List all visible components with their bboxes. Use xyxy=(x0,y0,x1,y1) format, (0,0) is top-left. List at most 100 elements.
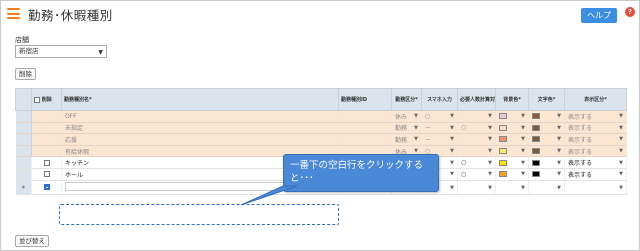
chevron-down-icon: ▼ xyxy=(521,171,525,178)
bg-color-cell[interactable]: ▼ xyxy=(495,180,529,195)
header-name[interactable]: 勤務種別名* xyxy=(61,88,339,111)
delete-cell[interactable] xyxy=(31,180,62,195)
name-cell[interactable]: 応援 xyxy=(61,133,339,146)
required-cell[interactable]: ▼ xyxy=(457,110,496,123)
delete-button[interactable]: 削除 xyxy=(15,68,36,80)
category-cell[interactable]: 勤務▼ xyxy=(391,133,422,146)
chevron-down-icon: ▼ xyxy=(521,113,525,120)
delete-checkbox[interactable] xyxy=(43,171,50,178)
name-cell[interactable]: 未指定 xyxy=(61,122,339,135)
chevron-down-icon: ▼ xyxy=(619,171,623,178)
required-cell[interactable]: ○ ▼ xyxy=(457,168,496,181)
question-icon[interactable]: ? xyxy=(625,7,635,17)
table-row[interactable]: 応援 勤務 ▼ － ▼ ▼ ▼ ▼ 表示する ▼ xyxy=(15,133,627,146)
empty-row-highlight xyxy=(59,204,339,225)
delete-cell xyxy=(31,133,62,146)
app-frame: 勤務･休暇種別 ヘルプ ? 店舗 新宿店 ▼ 削除 削除 勤務種別名* 勤務種別… xyxy=(0,0,640,251)
chevron-down-icon: ▼ xyxy=(450,136,454,143)
display-cell[interactable]: 表示する ▼ xyxy=(564,168,627,181)
chevron-down-icon: ▼ xyxy=(557,184,561,191)
chevron-down-icon: ▼ xyxy=(98,49,103,56)
chevron-down-icon: ▼ xyxy=(414,113,418,120)
delete-cell[interactable] xyxy=(31,168,62,181)
display-cell[interactable]: 表示する ▼ xyxy=(564,145,627,158)
required-cell[interactable]: ▼ xyxy=(457,145,496,158)
row-header xyxy=(15,145,32,158)
category-cell[interactable]: 休み ▼ xyxy=(391,110,422,123)
delete-cell[interactable] xyxy=(31,156,62,169)
select-all-checkbox[interactable] xyxy=(34,96,40,103)
id-cell[interactable] xyxy=(338,110,392,123)
chevron-down-icon: ▼ xyxy=(488,124,492,131)
text-color-cell[interactable]: ▼ xyxy=(528,156,565,169)
header-text-color[interactable]: 文字色* xyxy=(528,88,565,111)
display-cell[interactable]: 表示する ▼ xyxy=(564,156,627,169)
bg-color-cell[interactable]: ▼ xyxy=(495,156,529,169)
chevron-down-icon: ▼ xyxy=(521,148,525,155)
text-color-cell[interactable]: ▼ xyxy=(528,110,565,123)
chevron-down-icon: ▼ xyxy=(450,124,454,131)
sort-button[interactable]: 並び替え xyxy=(15,235,49,247)
header-delete[interactable]: 削除 xyxy=(31,88,62,111)
bg-color-swatch xyxy=(499,159,507,166)
display-cell[interactable]: 表示する ▼ xyxy=(564,110,627,123)
id-cell[interactable] xyxy=(338,133,392,146)
bg-color-cell[interactable]: ▼ xyxy=(495,145,529,158)
smartphone-cell[interactable]: －▼ xyxy=(421,133,458,146)
chevron-down-icon: ▼ xyxy=(619,136,623,143)
chevron-down-icon: ▼ xyxy=(488,113,492,120)
display-cell[interactable]: 表示する ▼ xyxy=(564,133,627,146)
header-display[interactable]: 表示区分* xyxy=(564,88,627,111)
text-color-swatch xyxy=(532,148,540,155)
bg-color-cell[interactable]: ▼ xyxy=(495,122,529,135)
menu-icon[interactable] xyxy=(7,8,20,19)
store-select[interactable]: 新宿店 ▼ xyxy=(15,45,107,58)
smartphone-cell[interactable]: ○ ▼ xyxy=(421,110,458,123)
text-color-cell[interactable]: ▼ xyxy=(528,122,565,135)
text-color-cell[interactable]: ▼ xyxy=(528,180,565,195)
smartphone-cell[interactable]: －▼ xyxy=(421,122,458,135)
row-header-corner xyxy=(15,88,32,111)
required-cell[interactable]: ▼ xyxy=(457,133,496,146)
new-row-marker: ＊ xyxy=(15,180,32,195)
header-bg-color[interactable]: 背景色* xyxy=(495,88,529,111)
bg-color-swatch xyxy=(499,124,507,131)
delete-cell xyxy=(31,110,62,123)
text-color-cell[interactable]: ▼ xyxy=(528,168,565,181)
text-color-cell[interactable]: ▼ xyxy=(528,145,565,158)
header-required[interactable]: 必要人数計算対象 xyxy=(457,88,496,111)
bg-color-cell[interactable]: ▼ xyxy=(495,133,529,146)
chevron-down-icon: ▼ xyxy=(488,136,492,143)
chevron-down-icon: ▼ xyxy=(557,124,561,131)
required-cell[interactable]: ○ ▼ xyxy=(457,156,496,169)
text-color-swatch xyxy=(532,171,540,178)
bg-color-cell[interactable]: ▼ xyxy=(495,168,529,181)
help-button[interactable]: ヘルプ xyxy=(581,8,617,23)
delete-checkbox[interactable] xyxy=(43,159,50,166)
table-row[interactable]: OFF 休み ▼ ○ ▼ ▼ ▼ ▼ 表示する ▼ xyxy=(15,110,627,123)
chevron-down-icon: ▼ xyxy=(488,171,492,178)
id-cell[interactable] xyxy=(338,122,392,135)
new-row-checkbox[interactable] xyxy=(43,184,50,191)
chevron-down-icon: ▼ xyxy=(619,124,623,131)
text-color-cell[interactable]: ▼ xyxy=(528,133,565,146)
category-cell[interactable]: 勤務▼ xyxy=(391,122,422,135)
table-row[interactable]: 未指定 勤務 ▼ － ▼ ○ ▼ ▼ ▼ 表示する ▼ xyxy=(15,122,627,135)
name-cell[interactable]: OFF xyxy=(61,110,339,123)
chevron-down-icon: ▼ xyxy=(450,184,454,191)
row-header xyxy=(15,122,32,135)
callout-text: 一番下の空白行をクリックすると･･･ xyxy=(290,160,424,184)
chevron-down-icon: ▼ xyxy=(619,159,623,166)
chevron-down-icon: ▼ xyxy=(521,184,525,191)
display-cell[interactable]: ▼ xyxy=(564,180,627,195)
display-cell[interactable]: 表示する ▼ xyxy=(564,122,627,135)
chevron-down-icon: ▼ xyxy=(450,113,454,120)
required-cell[interactable]: ▼ xyxy=(457,180,496,195)
chevron-down-icon: ▼ xyxy=(557,171,561,178)
header-smartphone[interactable]: スマホ入力 xyxy=(421,88,458,111)
required-cell[interactable]: ○ ▼ xyxy=(457,122,496,135)
header-category[interactable]: 勤務区分* xyxy=(391,88,422,111)
header-id[interactable]: 勤務種別ID xyxy=(338,88,392,111)
chevron-down-icon: ▼ xyxy=(521,136,525,143)
bg-color-cell[interactable]: ▼ xyxy=(495,110,529,123)
